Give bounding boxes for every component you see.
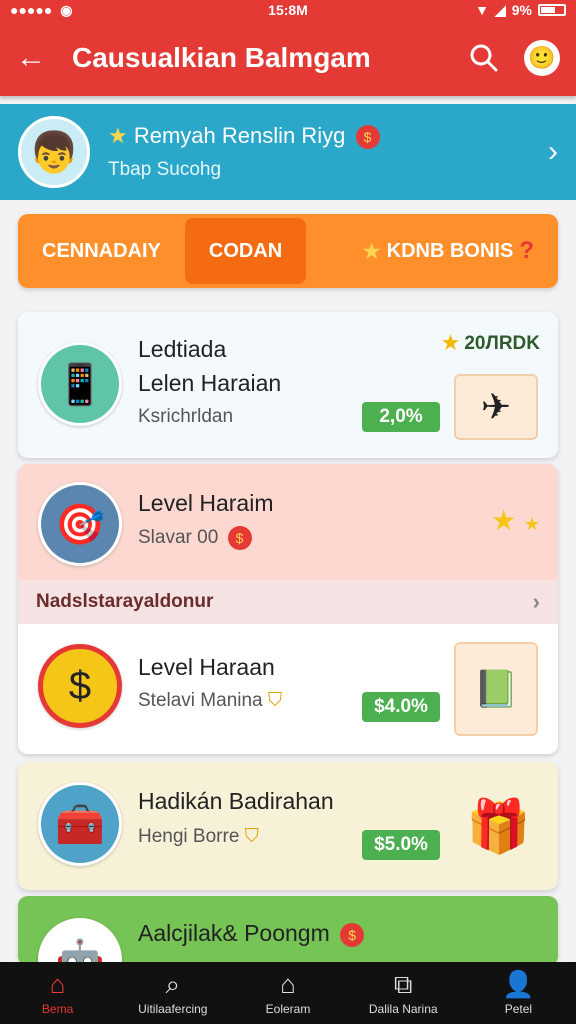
card-subtitle: Ksrichrldan xyxy=(138,406,234,427)
status-bar: ●●●●● ◉ 15:8M ▼ ◢ 9% xyxy=(0,0,576,20)
home-icon: ⌂ xyxy=(49,969,66,999)
bottom-navigation: ⌂ Bema ⌕ Uitilaafercing ⌂ Eoleram ⧉ Dali… xyxy=(0,962,576,1024)
tab-bonus[interactable]: ★ KDNB BONIS ? xyxy=(339,218,558,284)
reward-card[interactable]: 🤖 Aalcjilak& Poongm $ xyxy=(18,896,558,966)
treasure-chest-icon: 🧰 xyxy=(38,782,122,866)
nav-home[interactable]: ⌂ Bema xyxy=(0,962,115,1024)
card-title: Level Haraan xyxy=(138,654,275,680)
tab-daily[interactable]: CENNADAIY xyxy=(18,218,185,284)
chevron-right-icon[interactable]: › xyxy=(548,135,558,169)
card-subtitle: Hengi Borre xyxy=(138,826,240,847)
nav-label: Bema xyxy=(41,1002,74,1016)
percent-badge: $4.0% xyxy=(362,692,440,722)
avatar-icon[interactable]: 🙂 xyxy=(524,40,560,76)
notification-icon: ◉ xyxy=(60,1,73,18)
robot-icon: 🤖 xyxy=(38,918,122,966)
nav-label: Petel xyxy=(504,1002,533,1016)
star-icon: ★ xyxy=(442,333,460,354)
shield-coin-icon: ⛉ xyxy=(267,690,283,711)
status-time: 15:8M xyxy=(268,2,308,18)
nav-search[interactable]: ⌕ Uitilaafercing xyxy=(115,962,230,1024)
star-icon: ★ xyxy=(362,240,381,263)
card-title: Aalcjilak& Poongm xyxy=(138,920,330,946)
card-title: Level Haraim xyxy=(138,490,274,516)
character-avatar: 👦 xyxy=(18,116,90,188)
chevron-right-icon[interactable]: › xyxy=(533,589,540,615)
stars-icon: ★ ★ xyxy=(490,505,540,536)
wifi-icon: ▼ xyxy=(475,2,489,18)
nav-label: Dalila Narina xyxy=(368,1002,438,1016)
green-box-icon[interactable]: 📗 xyxy=(454,642,538,736)
battery-icon xyxy=(538,4,566,16)
promo-banner[interactable]: 👦 ★ Remyah Renslin Riyg $ Tbap Sucohg › xyxy=(0,104,576,200)
page-title: Causualkian Balmgam xyxy=(72,42,371,73)
gift-phone-icon: 📱 xyxy=(38,342,122,426)
percent-badge: 2,0% xyxy=(362,402,440,432)
battery-percent: 9% xyxy=(511,2,532,18)
percent-badge: $5.0% xyxy=(362,830,440,860)
back-arrow-icon[interactable]: ← xyxy=(16,41,56,75)
shop-icon: ⌂ xyxy=(280,969,296,999)
share-icon: ⧉ xyxy=(393,969,413,999)
nav-label: Uitilaafercing xyxy=(138,1002,208,1016)
cannon-icon: 🎯 xyxy=(38,482,122,566)
card-subtitle: Stelavi Manina xyxy=(138,690,263,711)
help-icon[interactable]: ? xyxy=(519,237,534,265)
section-label: Nadslstarayaldonur xyxy=(36,591,214,612)
card-title-secondary: Lelen Haraian xyxy=(138,370,282,396)
banner-subtitle: Tbap Sucohg xyxy=(108,159,222,181)
coin-badge-icon: $ xyxy=(355,125,380,150)
nav-shop[interactable]: ⌂ Eoleram xyxy=(230,962,345,1024)
tab-bonus-label: KDNB BONIS xyxy=(386,239,514,262)
nav-label: Eoleram xyxy=(265,1002,311,1016)
tab-codan[interactable]: CODAN xyxy=(184,218,307,284)
level-card[interactable]: 🎯 Level Haraim Slavar 00 $ ★ ★ Nadslstar… xyxy=(18,464,558,754)
banner-title: Remyah Renslin Riyg xyxy=(133,122,346,148)
nav-share[interactable]: ⧉ Dalila Narina xyxy=(346,962,461,1024)
search-icon: ⌕ xyxy=(165,969,181,999)
app-bar: ← Causualkian Balmgam 🙂 xyxy=(0,20,576,96)
reward-count: 20ЛRDK xyxy=(464,333,540,354)
paper-plane-icon[interactable]: ✈ xyxy=(454,374,538,440)
coin-badge-icon: $ xyxy=(340,922,365,947)
shield-coin-icon: ⛉ xyxy=(244,826,259,847)
coin-badge-icon: $ xyxy=(227,526,252,550)
card-subtitle: Slavar 00 xyxy=(138,527,219,549)
profile-icon: 👤 xyxy=(502,969,535,999)
carrier-signal: ●●●●● xyxy=(10,2,53,18)
search-icon[interactable] xyxy=(464,38,504,78)
card-title: Ledtiada xyxy=(138,336,227,362)
card-title: Hadikán Badirahan xyxy=(138,788,334,814)
tab-bar: CENNADAIY CODAN ★ KDNB BONIS ? xyxy=(18,214,558,288)
section-header[interactable]: Nadslstarayaldonur › xyxy=(18,580,558,624)
signal-icon: ◢ xyxy=(494,1,506,18)
gift-box-icon[interactable]: 🎁 xyxy=(466,796,531,857)
reward-card[interactable]: 🧰 Hadikán Badirahan Hengi Borre ⛉ $5.0% … xyxy=(18,762,558,890)
star-icon: ★ xyxy=(108,122,128,148)
dollar-coin-icon: $ xyxy=(38,644,122,728)
nav-profile[interactable]: 👤 Petel xyxy=(461,962,576,1024)
reward-card[interactable]: 📱 Ledtiada Lelen Haraian Ksrichrldan ★ 2… xyxy=(18,312,558,458)
